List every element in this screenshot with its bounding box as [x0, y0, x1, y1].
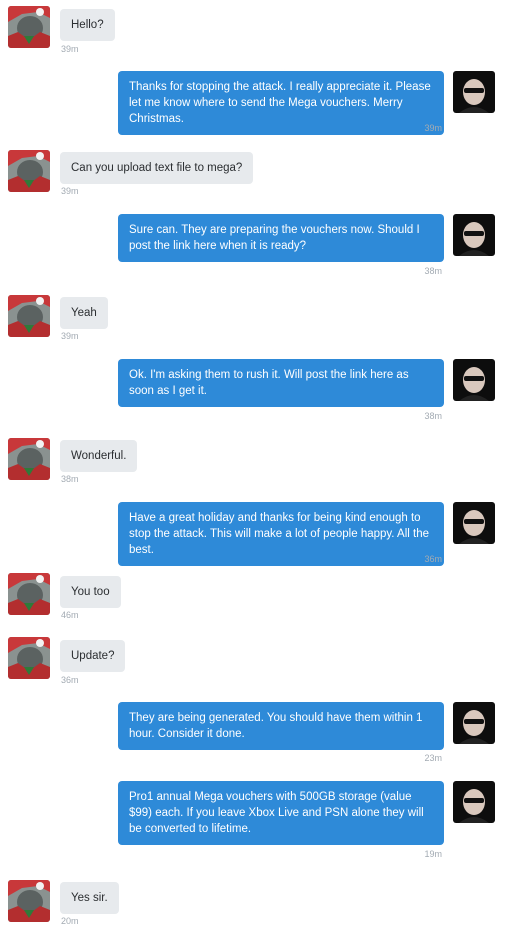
- message-timestamp: 36m: [424, 554, 442, 564]
- message-bubble: Sure can. They are preparing the voucher…: [118, 214, 444, 262]
- message-timestamp: 39m: [61, 44, 79, 54]
- santa-avatar-icon: [8, 573, 50, 615]
- avatar-man-sunglasses[interactable]: [453, 214, 495, 256]
- message-timestamp: 39m: [61, 186, 79, 196]
- avatar-santa-hat[interactable]: [8, 295, 50, 337]
- avatar-man-sunglasses[interactable]: [453, 502, 495, 544]
- man-sunglasses-avatar-icon: [453, 702, 495, 744]
- avatar-man-sunglasses[interactable]: [453, 359, 495, 401]
- avatar-santa-hat[interactable]: [8, 150, 50, 192]
- message-timestamp: 38m: [424, 266, 442, 276]
- message-bubble: Pro1 annual Mega vouchers with 500GB sto…: [118, 781, 444, 845]
- avatar-man-sunglasses[interactable]: [453, 702, 495, 744]
- avatar-santa-hat[interactable]: [8, 6, 50, 48]
- man-sunglasses-avatar-icon: [453, 214, 495, 256]
- santa-avatar-icon: [8, 295, 50, 337]
- man-sunglasses-avatar-icon: [453, 359, 495, 401]
- message-timestamp: 38m: [61, 474, 79, 484]
- message-bubble: You too: [60, 576, 121, 608]
- message-bubble: They are being generated. You should hav…: [118, 702, 444, 750]
- man-sunglasses-avatar-icon: [453, 781, 495, 823]
- message-bubble: Hello?: [60, 9, 115, 41]
- message-bubble: Ok. I'm asking them to rush it. Will pos…: [118, 359, 444, 407]
- message-bubble: Yes sir.: [60, 882, 119, 914]
- man-sunglasses-avatar-icon: [453, 502, 495, 544]
- message-timestamp: 38m: [424, 411, 442, 421]
- message-timestamp: 39m: [424, 123, 442, 133]
- message-timestamp: 36m: [61, 675, 79, 685]
- message-bubble: Wonderful.: [60, 440, 138, 472]
- santa-avatar-icon: [8, 637, 50, 679]
- santa-avatar-icon: [8, 150, 50, 192]
- message-timestamp: 46m: [61, 610, 79, 620]
- avatar-santa-hat[interactable]: [8, 880, 50, 922]
- message-timestamp: 20m: [61, 916, 79, 926]
- message-timestamp: 23m: [424, 753, 442, 763]
- man-sunglasses-avatar-icon: [453, 71, 495, 113]
- santa-avatar-icon: [8, 880, 50, 922]
- message-bubble: Yeah: [60, 297, 108, 329]
- message-timestamp: 39m: [61, 331, 79, 341]
- message-timestamp: 19m: [424, 849, 442, 859]
- avatar-santa-hat[interactable]: [8, 438, 50, 480]
- message-bubble: Update?: [60, 640, 126, 672]
- santa-avatar-icon: [8, 6, 50, 48]
- avatar-santa-hat[interactable]: [8, 573, 50, 615]
- avatar-santa-hat[interactable]: [8, 637, 50, 679]
- avatar-man-sunglasses[interactable]: [453, 781, 495, 823]
- message-bubble: Can you upload text file to mega?: [60, 152, 254, 184]
- message-bubble: Have a great holiday and thanks for bein…: [118, 502, 444, 566]
- avatar-man-sunglasses[interactable]: [453, 71, 495, 113]
- santa-avatar-icon: [8, 438, 50, 480]
- message-bubble: Thanks for stopping the attack. I really…: [118, 71, 444, 135]
